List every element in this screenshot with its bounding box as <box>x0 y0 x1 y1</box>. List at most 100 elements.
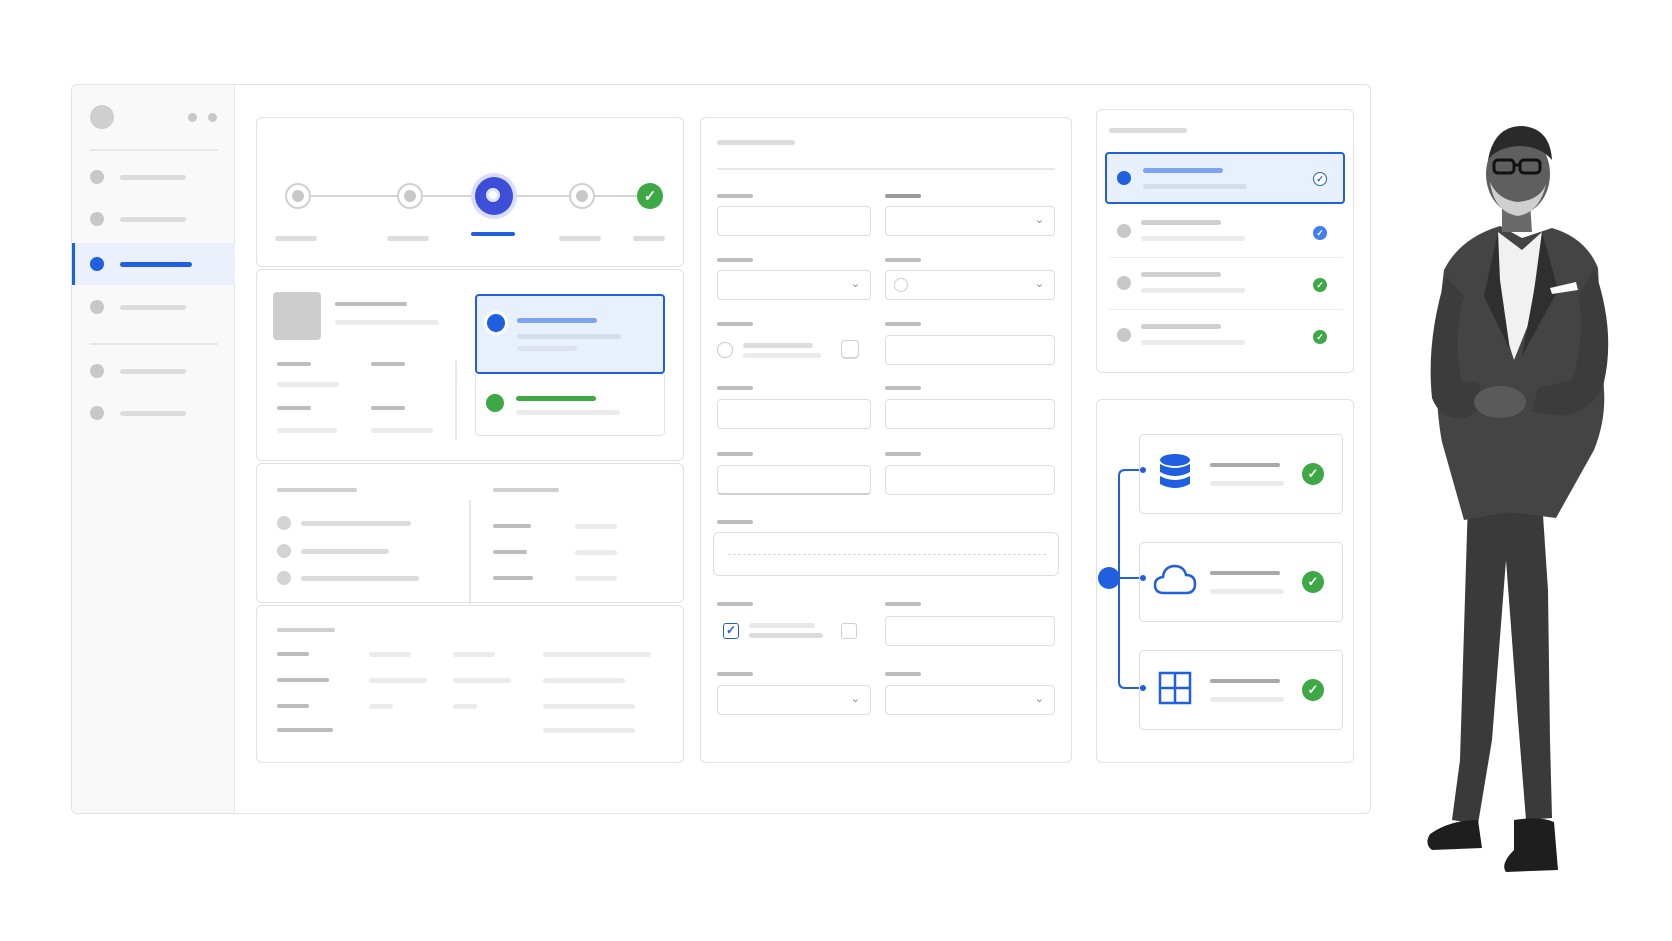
field-label <box>717 194 753 198</box>
table-title <box>277 628 335 632</box>
sidebar-item-4[interactable] <box>72 287 235 327</box>
textarea-dashed-line <box>728 554 1046 555</box>
field-label <box>885 322 921 326</box>
status-row[interactable]: ✓ <box>1109 310 1343 362</box>
check-icon: ✓ <box>1313 172 1327 186</box>
select-dropdown[interactable]: ⌄ <box>885 206 1055 236</box>
integrations-card: ✓ ✓ ✓ <box>1096 399 1354 763</box>
step-4-label <box>559 236 601 241</box>
check-icon: ✓ <box>1302 571 1324 593</box>
kv-label <box>493 576 533 580</box>
field-label <box>717 672 753 676</box>
row-subtitle <box>1141 340 1245 345</box>
item-title <box>1210 463 1280 467</box>
check-icon: ✓ <box>1302 463 1324 485</box>
text-input[interactable] <box>717 399 871 429</box>
row-title <box>1141 220 1221 225</box>
checkbox-checked[interactable]: ✓ <box>723 623 739 639</box>
sidebar-item-5[interactable] <box>72 351 235 391</box>
textarea[interactable] <box>713 532 1059 576</box>
list-item-text <box>301 549 389 554</box>
table-cell <box>369 704 393 709</box>
text-input[interactable] <box>885 335 1055 365</box>
row-title <box>1141 272 1221 277</box>
checkbox[interactable] <box>841 340 859 358</box>
sidebar-item-2[interactable] <box>72 199 235 239</box>
detail-label <box>277 406 311 410</box>
kv-value <box>575 524 617 529</box>
step-2-icon[interactable] <box>397 183 423 209</box>
step-inner-dot <box>292 190 304 202</box>
table-cell <box>543 678 625 683</box>
field-label <box>885 258 921 262</box>
option-card[interactable] <box>475 374 665 436</box>
step-4-icon[interactable] <box>569 183 595 209</box>
sidebar <box>72 85 235 813</box>
text-input[interactable] <box>717 206 871 236</box>
stepper-card: ✓ <box>256 117 684 267</box>
status-list-card: ✓ ✓ ✓ ✓ <box>1096 109 1354 373</box>
table-cell <box>453 678 511 683</box>
sidebar-item-6[interactable] <box>72 393 235 433</box>
circle-icon <box>90 406 104 420</box>
text-input[interactable] <box>717 465 871 495</box>
status-row-selected[interactable]: ✓ <box>1105 152 1345 204</box>
checkbox[interactable] <box>841 623 857 639</box>
detail-label <box>371 406 405 410</box>
kv-label <box>493 524 531 528</box>
column-divider <box>455 360 457 440</box>
detail-value <box>277 382 339 387</box>
grid-icon <box>1158 671 1192 705</box>
step-3-underline <box>471 232 515 236</box>
window-dot-icon[interactable] <box>208 113 217 122</box>
sidebar-item-1[interactable] <box>72 157 235 197</box>
status-row[interactable]: ✓ <box>1109 258 1343 310</box>
text-input[interactable] <box>885 399 1055 429</box>
check-icon[interactable]: ✓ <box>637 183 663 209</box>
window-dot-icon[interactable] <box>188 113 197 122</box>
select-dropdown[interactable]: ⌄ <box>717 270 871 300</box>
select-dropdown-with-icon[interactable]: ⌄ <box>885 270 1055 300</box>
status-dot-icon <box>1117 276 1131 290</box>
list-bullet-icon[interactable] <box>277 516 291 530</box>
item-title <box>1210 679 1280 683</box>
checkbox-sublabel <box>749 633 823 638</box>
step-1-icon[interactable] <box>285 183 311 209</box>
item-title <box>1210 571 1280 575</box>
option-subtitle <box>516 410 620 415</box>
integration-item-cloud[interactable]: ✓ <box>1139 542 1343 622</box>
table-cell <box>277 678 329 682</box>
integration-item-grid[interactable]: ✓ <box>1139 650 1343 730</box>
option-meta <box>517 346 577 351</box>
field-label <box>885 386 921 390</box>
row-title <box>1143 168 1223 173</box>
step-3-current-icon[interactable] <box>475 177 513 215</box>
list-bullet-icon[interactable] <box>277 571 291 585</box>
radio-button[interactable] <box>717 342 733 358</box>
chevron-down-icon: ⌄ <box>1034 214 1044 226</box>
hub-node-icon[interactable] <box>1098 567 1120 589</box>
integration-item-database[interactable]: ✓ <box>1139 434 1343 514</box>
status-dot-icon <box>1117 224 1131 238</box>
select-dropdown[interactable]: ⌄ <box>717 685 871 715</box>
text-input[interactable] <box>885 465 1055 495</box>
sidebar-item-3-active[interactable] <box>72 243 235 285</box>
list-item-text <box>301 576 419 581</box>
item-subtitle <box>1210 589 1284 594</box>
section-title <box>493 488 559 492</box>
detail-label <box>371 362 405 366</box>
avatar[interactable] <box>90 105 114 129</box>
step-5-label <box>633 236 665 241</box>
field-label <box>717 258 753 262</box>
sidebar-item-label <box>120 369 186 374</box>
item-subtitle <box>335 320 439 325</box>
form-title <box>717 140 795 145</box>
list-bullet-icon[interactable] <box>277 544 291 558</box>
status-row[interactable]: ✓ <box>1109 206 1343 258</box>
circle-icon <box>894 278 908 292</box>
text-input[interactable] <box>885 616 1055 646</box>
detail-label <box>277 362 311 366</box>
option-card-selected[interactable] <box>475 294 665 374</box>
item-subtitle <box>1210 481 1284 486</box>
select-dropdown[interactable]: ⌄ <box>885 685 1055 715</box>
